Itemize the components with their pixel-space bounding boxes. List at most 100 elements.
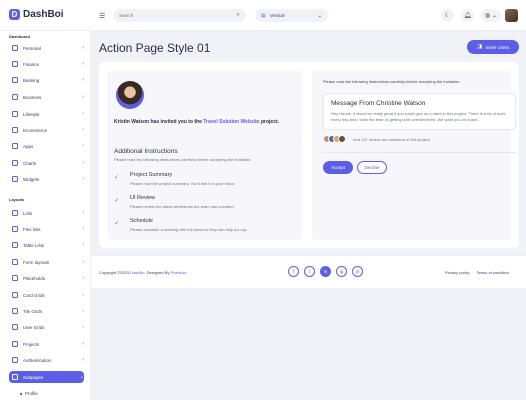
- apps-icon: [12, 143, 18, 149]
- twitter-icon[interactable]: t: [304, 266, 315, 277]
- chevron-right-icon: ›: [82, 77, 84, 83]
- instagram-icon[interactable]: ig: [336, 266, 347, 277]
- chevron-right-icon: ›: [82, 127, 84, 133]
- sidebar-item-lists[interactable]: Lists ›: [9, 207, 84, 219]
- search-box[interactable]: ⌕: [113, 9, 246, 22]
- sidebar-item-table-lists[interactable]: Table Lists ›: [9, 239, 84, 251]
- chevron-right-icon: ›: [82, 226, 84, 232]
- copyright-mid: . Designed By: [144, 270, 171, 275]
- inviter-avatar: [116, 81, 144, 109]
- footer-links: Privacy policy Terms of condition: [445, 270, 509, 275]
- sidebar-item-authentication[interactable]: Authentication ›: [9, 354, 84, 366]
- chevron-right-icon: ›: [82, 143, 84, 149]
- user-grids-icon: [12, 324, 18, 330]
- chevron-down-icon: ⌄: [79, 374, 84, 380]
- invite-users-label: Invite Users: [485, 44, 510, 50]
- language-icon[interactable]: ◍ ⌄: [481, 9, 501, 22]
- sidebar-section-dashboard: Dashboard: [9, 34, 30, 39]
- sidebar-item-flex-lists[interactable]: Flex lists ›: [9, 223, 84, 235]
- sidebar-item-charts[interactable]: Charts ›: [9, 157, 84, 169]
- sidebar-subitem-profile[interactable]: Profile: [20, 391, 38, 396]
- sidebar-item-lifestyle[interactable]: Lifestyle ›: [9, 108, 84, 120]
- bell-icon[interactable]: 🔔︎: [461, 9, 474, 22]
- sidebar-item-form-layouts[interactable]: Form layouts ›: [9, 256, 84, 268]
- chevron-right-icon: ›: [82, 357, 84, 363]
- chevron-right-icon: ›: [82, 275, 84, 281]
- author-link[interactable]: Pixelbuis: [170, 270, 186, 275]
- linkedin-icon[interactable]: in: [320, 266, 331, 277]
- sidebar-item-business[interactable]: Business ›: [9, 91, 84, 103]
- user-plus-icon: 👥︎: [476, 44, 483, 49]
- chevron-right-icon: ›: [82, 160, 84, 166]
- sidebar-item-banking[interactable]: Banking ›: [9, 74, 84, 86]
- chevron-right-icon: ›: [82, 111, 84, 117]
- chevron-right-icon: ›: [82, 242, 84, 248]
- instructions-note: Please read the following instructions c…: [323, 79, 461, 84]
- decline-button[interactable]: Decline: [357, 161, 387, 174]
- member-avatar: [338, 135, 346, 143]
- sidebar-item-placeholds[interactable]: Placeholds ›: [9, 272, 84, 284]
- invite-prefix: Kristin Watson has invited you to the: [114, 119, 204, 125]
- sidebar-item-label: Banking: [23, 77, 40, 83]
- app-root: D DashBoi ☰ ⌕ ▤ Vertical ⌄ ☾ 🔔︎ ◍ ⌄ Dash…: [0, 0, 526, 400]
- chevron-right-icon: ›: [82, 176, 84, 182]
- sidebar-item-ecommerce[interactable]: Ecommerce ›: [9, 124, 84, 136]
- facebook-icon[interactable]: f: [288, 266, 299, 277]
- layout-select[interactable]: ▤ Vertical ⌄: [255, 9, 328, 22]
- sidebar-item-label: User Grids: [23, 324, 45, 330]
- sidebar-item-label: Table Lists: [23, 242, 45, 248]
- instruction-desc: Please schedule a meeting with the team …: [130, 227, 248, 232]
- instruction-desc: Please read the project summary. You'll …: [130, 181, 236, 186]
- ecommerce-icon: [12, 127, 18, 133]
- project-link[interactable]: Travel Solution Website: [203, 119, 259, 125]
- instruction-title: UI Review: [130, 195, 156, 201]
- accept-button[interactable]: Accept: [323, 161, 353, 174]
- sidebar-item-tile-grids[interactable]: Tile Grids ›: [9, 305, 84, 317]
- chevron-right-icon: ›: [82, 45, 84, 51]
- sidebar-item-card-grids[interactable]: Card Grids ›: [9, 289, 84, 301]
- invite-message: Kristin Watson has invited you to the Tr…: [114, 118, 302, 126]
- avatar[interactable]: [505, 9, 518, 22]
- privacy-policy-link[interactable]: Privacy policy: [445, 270, 469, 275]
- chevron-right-icon: ›: [82, 61, 84, 67]
- search-input[interactable]: [119, 13, 237, 18]
- sidebar: Dashboard Personal › Finance › Banking › Bu…: [0, 31, 91, 400]
- sidebar-item-apps[interactable]: Apps ›: [9, 140, 84, 152]
- table-lists-icon: [12, 242, 18, 248]
- sidebar-subitem-label: Profile: [25, 391, 38, 396]
- copyright-text: Copyright ©2023 DashBo. Designed By Pixe…: [99, 270, 186, 275]
- sidebar-item-label: Projects: [23, 341, 40, 347]
- chevron-right-icon: ›: [82, 94, 84, 100]
- instruction-item: ✓ Project Summary Please read the project…: [114, 172, 235, 186]
- sidebar-item-finance[interactable]: Finance ›: [9, 58, 84, 70]
- personal-icon: [12, 45, 18, 51]
- sidebar-item-personal[interactable]: Personal ›: [9, 42, 84, 54]
- terms-link[interactable]: Terms of condition: [476, 270, 508, 275]
- dark-mode-icon[interactable]: ☾: [441, 9, 454, 22]
- invite-users-button[interactable]: 👥︎ Invite Users: [467, 40, 519, 54]
- logo[interactable]: D DashBoi: [9, 9, 64, 20]
- sidebar-item-label: Ecommerce: [23, 127, 48, 133]
- page-title: Action Page Style 01: [99, 41, 211, 55]
- tile-grids-icon: [12, 308, 18, 314]
- message-box: Message From Christine Watson Hey Henrik…: [323, 93, 516, 130]
- message-body: Hey Henrik, it would be really great if …: [331, 111, 506, 122]
- subpages-icon: [12, 374, 18, 380]
- sidebar-item-projects[interactable]: Projects ›: [9, 338, 84, 350]
- sidebar-item-label: Authentication: [23, 357, 52, 363]
- app-name: DashBoi: [23, 9, 64, 20]
- sidebar-item-label: Finance: [23, 61, 40, 67]
- sidebar-item-user-grids[interactable]: User Grids ›: [9, 321, 84, 333]
- sidebar-item-widgets[interactable]: Widgets ›: [9, 173, 84, 185]
- chevron-right-icon: ›: [82, 308, 84, 314]
- instruction-item: ✓ Schedule Please schedule a meeting with…: [114, 218, 247, 232]
- brand-link[interactable]: DashBo: [130, 270, 144, 275]
- sidebar-item-subpages[interactable]: Subpages ⌄: [9, 371, 84, 383]
- additional-instructions-desc: Please read the following instructions c…: [114, 157, 252, 162]
- members-count-text: And 12+ others are members of this proje…: [353, 136, 430, 142]
- sidebar-item-label: Business: [23, 94, 42, 100]
- youtube-icon[interactable]: yt: [352, 266, 363, 277]
- search-icon[interactable]: ⌕: [237, 12, 240, 19]
- menu-toggle-icon[interactable]: ☰: [99, 12, 105, 20]
- divider: [323, 152, 516, 153]
